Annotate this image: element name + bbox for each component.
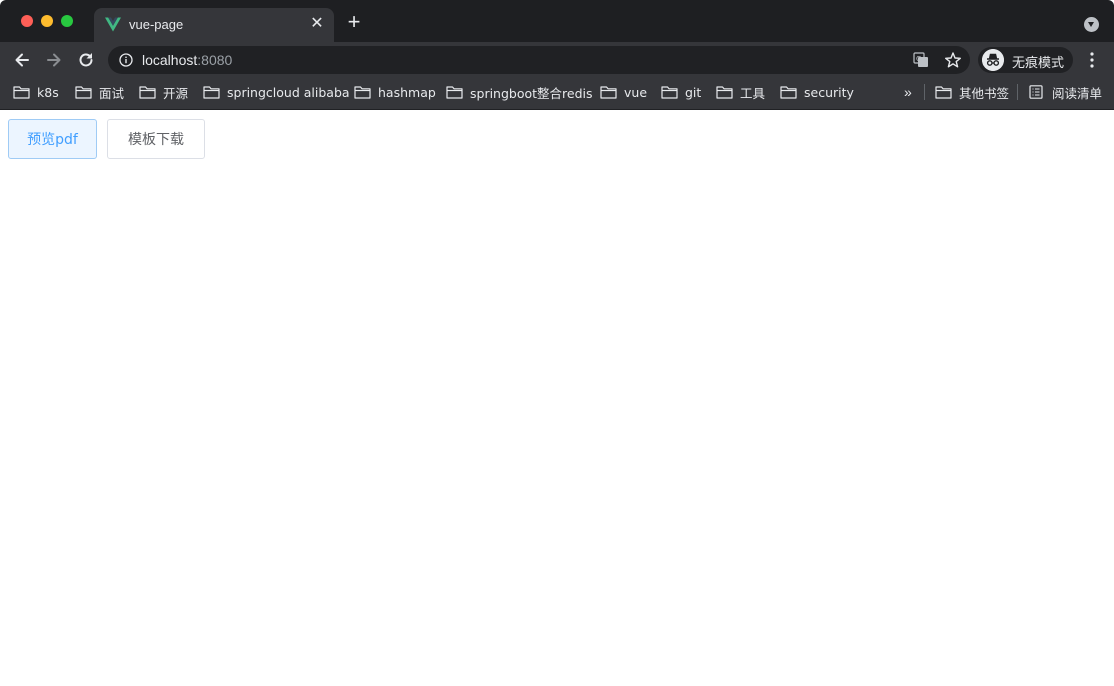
folder-icon (354, 86, 371, 99)
template-download-button[interactable]: 模板下载 (107, 119, 205, 159)
folder-icon (935, 86, 952, 99)
tab-strip: vue-page ✕ + (0, 0, 1114, 42)
folder-icon (446, 86, 463, 99)
bookmark-folder-interview[interactable]: 面试 (75, 78, 124, 106)
translate-icon[interactable]: G (913, 52, 929, 68)
incognito-label: 无痕模式 (1012, 56, 1065, 71)
tab-close-icon[interactable]: ✕ (309, 16, 325, 32)
browser-toolbar: localhost:8080 G 无痕模式 (0, 42, 1114, 78)
bookmark-label: springcloud alibaba (227, 84, 350, 100)
reading-list-icon (1029, 85, 1043, 99)
url-host: localhost (142, 52, 198, 68)
bookmark-folder-springboot-redis[interactable]: springboot整合redis (446, 78, 593, 106)
preview-pdf-button[interactable]: 预览pdf (8, 119, 97, 159)
more-menu-icon[interactable] (1086, 51, 1098, 69)
folder-icon (600, 86, 617, 99)
bookmark-folder-tools[interactable]: 工具 (716, 78, 765, 106)
url-text[interactable]: localhost:8080 (142, 52, 232, 68)
tab-search-icon[interactable] (1084, 17, 1099, 32)
info-icon[interactable] (119, 53, 133, 67)
window-maximize-button[interactable] (61, 15, 73, 27)
bookmark-folder-k8s[interactable]: k8s (13, 78, 59, 106)
folder-icon (13, 86, 30, 99)
bookmark-label: vue (624, 84, 648, 100)
reading-list-label: 阅读清单 (1052, 85, 1103, 101)
bookmark-folder-other[interactable]: 其他书签 (935, 78, 1009, 106)
bookmarks-separator (1017, 84, 1018, 100)
folder-icon (780, 86, 797, 99)
bookmark-label: 开源 (163, 85, 189, 101)
bookmark-label: 其他书签 (959, 85, 1010, 101)
incognito-profile-button[interactable]: 无痕模式 (978, 47, 1073, 73)
bookmark-folder-springcloud[interactable]: springcloud alibaba (203, 78, 350, 106)
back-arrow-icon[interactable] (12, 50, 32, 70)
svg-text:G: G (916, 55, 921, 63)
bookmarks-overflow-button[interactable]: » (904, 84, 912, 100)
bookmark-star-icon[interactable] (944, 51, 962, 69)
bookmark-label: 工具 (740, 85, 766, 101)
bookmarks-separator (924, 84, 925, 100)
bookmark-folder-vue[interactable]: vue (600, 78, 647, 106)
folder-icon (139, 86, 156, 99)
bookmark-label: 面试 (99, 85, 125, 101)
bookmark-folder-security[interactable]: security (780, 78, 854, 106)
tab-title: vue-page (129, 17, 184, 32)
bookmark-label: security (804, 84, 854, 100)
folder-icon (716, 86, 733, 99)
url-port: :8080 (197, 52, 233, 68)
forward-arrow-icon[interactable] (44, 50, 64, 70)
browser-tab[interactable]: vue-page ✕ (94, 8, 334, 42)
bookmark-label: hashmap (378, 84, 436, 100)
bookmark-folder-opensource[interactable]: 开源 (139, 78, 188, 106)
bookmark-label: git (685, 84, 702, 100)
reading-list-button[interactable]: 阅读清单 (1028, 78, 1102, 106)
folder-icon (661, 86, 678, 99)
browser-window: vue-page ✕ + localhost:8080 G 无痕模式 k8s 面… (0, 0, 1114, 686)
incognito-icon (982, 49, 1004, 71)
bookmark-label: springboot整合redis (470, 85, 593, 101)
bookmark-folder-git[interactable]: git (661, 78, 701, 106)
folder-icon (75, 86, 92, 99)
bookmarks-bar: k8s 面试 开源 springcloud alibaba hashmap sp… (0, 78, 1114, 110)
folder-icon (203, 86, 220, 99)
window-minimize-button[interactable] (41, 15, 53, 27)
vue-logo-icon (105, 17, 121, 32)
bookmark-folder-hashmap[interactable]: hashmap (354, 78, 436, 106)
new-tab-button[interactable]: + (345, 11, 363, 33)
bookmark-label: k8s (37, 84, 59, 100)
address-bar[interactable]: localhost:8080 G (108, 46, 970, 74)
page-content: 预览pdf 模板下载 (0, 110, 1114, 686)
window-close-button[interactable] (21, 15, 33, 27)
reload-icon[interactable] (76, 50, 96, 70)
